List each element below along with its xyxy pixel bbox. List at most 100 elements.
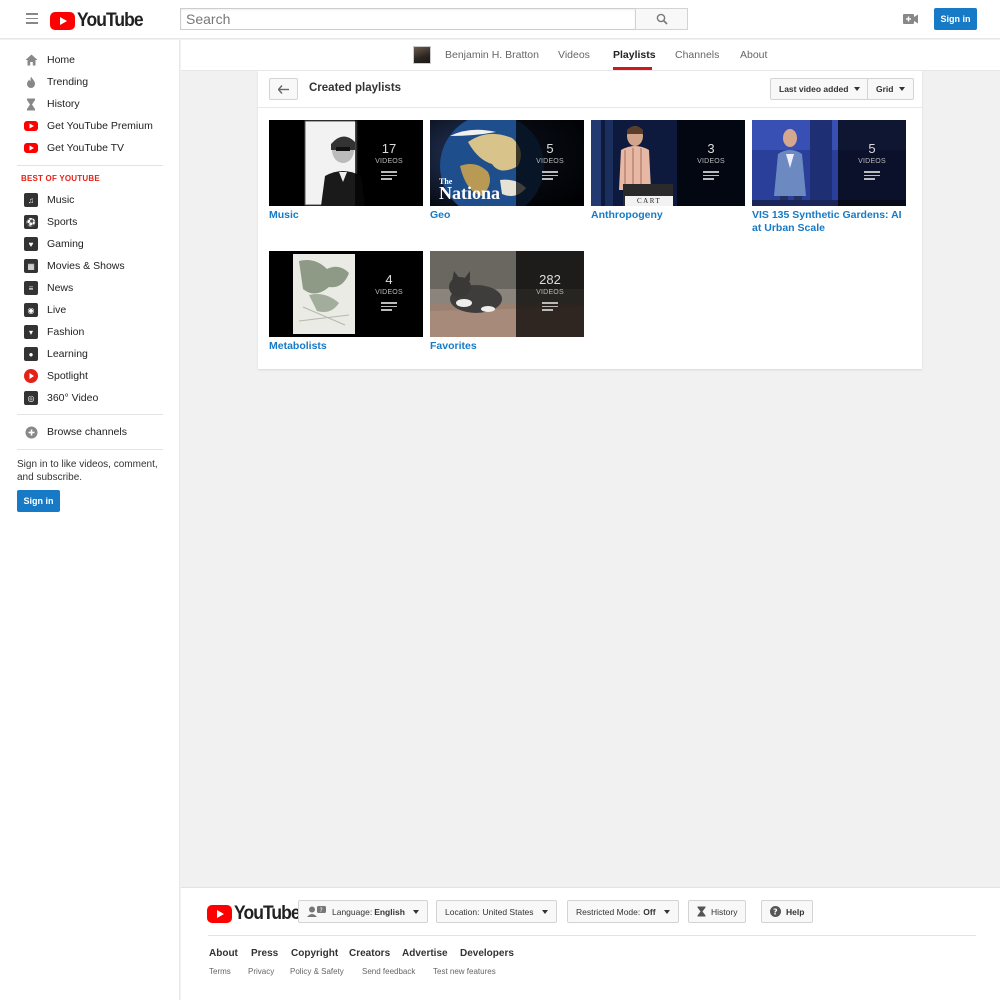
sidebar-item-label: Get YouTube TV bbox=[47, 142, 125, 154]
footer-link-copyright[interactable]: Copyright bbox=[291, 948, 338, 959]
search-input[interactable]: Search bbox=[180, 8, 636, 30]
video-count-unit: VIDEOS bbox=[536, 289, 564, 296]
tab-playlists[interactable]: Playlists bbox=[613, 49, 656, 61]
sidebar-item-360-video[interactable]: ◎ 360° Video bbox=[24, 388, 98, 408]
footer-help-button[interactable]: ? Help bbox=[761, 900, 814, 923]
section-title-best-of-youtube: BEST OF YOUTUBE bbox=[21, 174, 100, 183]
sidebar-item-news[interactable]: ≡ News bbox=[24, 278, 73, 298]
sidebar-item-browse-channels[interactable]: Browse channels bbox=[24, 422, 127, 442]
playlist-title[interactable]: Geo bbox=[430, 209, 584, 222]
footer: YouTube ? Language: English Location: Unit… bbox=[181, 887, 1000, 1000]
sidebar-item-label: Learning bbox=[47, 348, 88, 360]
help-icon: ? bbox=[770, 906, 781, 917]
footer-link-creators[interactable]: Creators bbox=[349, 948, 390, 959]
footer-link-send-feedback[interactable]: Send feedback bbox=[362, 967, 415, 976]
learning-icon: ● bbox=[24, 347, 38, 361]
sidebar-item-learning[interactable]: ● Learning bbox=[24, 344, 88, 364]
footer-history-button[interactable]: History bbox=[688, 900, 747, 923]
sidebar-item-music[interactable]: ♫ Music bbox=[24, 190, 74, 210]
fashion-icon: ▾ bbox=[24, 325, 38, 339]
sign-in-button[interactable]: Sign in bbox=[934, 8, 977, 30]
playlist-thumbnail[interactable]: 5 VIDEOS bbox=[752, 120, 906, 206]
sidebar-item-sports[interactable]: ⚽ Sports bbox=[24, 212, 77, 232]
thumbnail-caption: Nationa bbox=[439, 183, 501, 203]
footer-link-policy-safety[interactable]: Policy & Safety bbox=[290, 967, 344, 976]
sidebar-item-label: 360° Video bbox=[47, 392, 99, 404]
sidebar-item-label: Get YouTube Premium bbox=[47, 120, 153, 132]
tab-channels[interactable]: Channels bbox=[675, 49, 719, 61]
sidebar-item-label: History bbox=[47, 98, 80, 110]
playlist-count-overlay: 17 VIDEOS bbox=[355, 120, 423, 206]
language-icon: ? bbox=[307, 906, 326, 917]
playlist-thumbnail[interactable]: 282 VIDEOS bbox=[430, 251, 584, 337]
playlist-count-overlay: 282 VIDEOS bbox=[516, 251, 584, 337]
playlist-title[interactable]: Favorites bbox=[430, 340, 584, 353]
home-icon bbox=[24, 53, 38, 67]
youtube-play-icon bbox=[207, 905, 232, 923]
sidebar-sign-in-button[interactable]: Sign in bbox=[17, 490, 60, 512]
playlist-thumbnail[interactable]: 4 VIDEOS bbox=[269, 251, 423, 337]
sidebar-item-label: Trending bbox=[47, 76, 89, 88]
playlist-title[interactable]: Anthropogeny bbox=[591, 209, 745, 222]
upload-video-icon[interactable] bbox=[903, 13, 919, 28]
playlist-count-overlay: 4 VIDEOS bbox=[355, 251, 423, 337]
playlist-icon bbox=[381, 302, 397, 313]
sidebar-item-premium[interactable]: Get YouTube Premium bbox=[24, 116, 153, 136]
sidebar-item-label: Live bbox=[47, 304, 67, 316]
video-count: 5 bbox=[868, 141, 876, 156]
sign-in-prompt: Sign in to like videos, comment, and sub… bbox=[17, 459, 158, 483]
playlist-count-overlay: 5 VIDEOS bbox=[838, 120, 906, 206]
language-picker[interactable]: ? Language: English bbox=[298, 900, 428, 923]
playlist-thumbnail[interactable]: CART 3 VIDEOS bbox=[591, 120, 745, 206]
footer-link-terms[interactable]: Terms bbox=[209, 967, 231, 976]
thumbnail-caption: CART bbox=[637, 197, 662, 205]
channel-avatar[interactable] bbox=[413, 46, 431, 64]
restricted-mode-picker[interactable]: Restricted Mode: Off bbox=[567, 900, 679, 923]
sidebar-item-fashion[interactable]: ▾ Fashion bbox=[24, 322, 84, 342]
playlist-title[interactable]: VIS 135 Synthetic Gardens: AI at Urban S… bbox=[752, 209, 906, 234]
channel-name[interactable]: Benjamin H. Bratton bbox=[445, 49, 539, 61]
playlist-title[interactable]: Metabolists bbox=[269, 340, 423, 353]
footer-link-press[interactable]: Press bbox=[251, 948, 278, 959]
history-label: History bbox=[711, 906, 738, 917]
playlist-thumbnail[interactable]: The Nationa 5 VIDEOS bbox=[430, 120, 584, 206]
language-label: Language: bbox=[332, 906, 373, 917]
back-button[interactable] bbox=[269, 78, 298, 100]
sidebar-item-live[interactable]: ◉ Live bbox=[24, 300, 66, 320]
sidebar-item-movies-shows[interactable]: ▦ Movies & Shows bbox=[24, 256, 125, 276]
youtube-logo[interactable]: YouTube bbox=[50, 10, 148, 32]
footer-youtube-logo[interactable]: YouTube bbox=[207, 903, 305, 925]
sidebar-item-gaming[interactable]: ♥ Gaming bbox=[24, 234, 84, 254]
video-count-unit: VIDEOS bbox=[697, 158, 725, 165]
caret-down-icon bbox=[541, 909, 548, 914]
footer-link-test-new-features[interactable]: Test new features bbox=[433, 967, 496, 976]
playlist-thumbnail[interactable]: 17 VIDEOS bbox=[269, 120, 423, 206]
footer-link-about[interactable]: About bbox=[209, 948, 238, 959]
search-button[interactable] bbox=[635, 8, 688, 30]
news-icon: ≡ bbox=[24, 281, 38, 295]
view-dropdown[interactable]: Grid bbox=[867, 78, 915, 100]
sidebar-item-home[interactable]: Home bbox=[24, 50, 75, 70]
sort-dropdown[interactable]: Last video added bbox=[770, 78, 870, 100]
sidebar-item-trending[interactable]: Trending bbox=[24, 72, 88, 92]
location-value: United States bbox=[482, 906, 534, 917]
sidebar-item-youtube-tv[interactable]: Get YouTube TV bbox=[24, 138, 124, 158]
sidebar-item-history[interactable]: History bbox=[24, 94, 80, 114]
footer-link-privacy[interactable]: Privacy bbox=[248, 967, 274, 976]
playlist-title[interactable]: Music bbox=[269, 209, 423, 222]
sidebar-item-spotlight[interactable]: Spotlight bbox=[24, 366, 88, 386]
help-label: Help bbox=[786, 906, 805, 917]
caret-down-icon bbox=[412, 909, 419, 914]
playlists-card: Created playlists Last video added Grid … bbox=[258, 71, 922, 369]
footer-logo-text: YouTube bbox=[234, 903, 301, 924]
sidebar: Home Trending History Get YouTube Premiu… bbox=[0, 40, 180, 1000]
flame-icon bbox=[24, 75, 38, 89]
footer-link-developers[interactable]: Developers bbox=[460, 948, 514, 959]
tab-videos[interactable]: Videos bbox=[558, 49, 590, 61]
footer-link-advertise[interactable]: Advertise bbox=[402, 948, 448, 959]
caret-down-icon bbox=[663, 909, 670, 914]
tab-about[interactable]: About bbox=[740, 49, 767, 61]
location-picker[interactable]: Location: United States bbox=[436, 900, 557, 923]
sidebar-item-label: Movies & Shows bbox=[47, 260, 125, 272]
hamburger-menu-icon[interactable] bbox=[26, 13, 38, 24]
